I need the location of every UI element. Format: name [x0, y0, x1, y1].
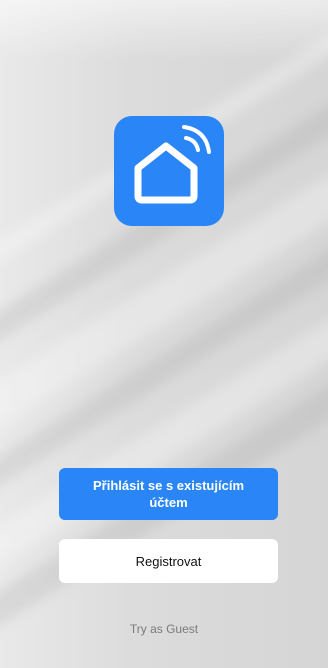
login-existing-account-button[interactable]: Přihlásit se s existujícím účtem	[59, 468, 278, 520]
app-logo	[114, 116, 224, 226]
login-screen: Přihlásit se s existujícím účtem Registr…	[0, 0, 328, 668]
smart-home-icon	[134, 125, 211, 204]
register-button[interactable]: Registrovat	[59, 539, 278, 583]
try-as-guest-link[interactable]: Try as Guest	[0, 622, 328, 636]
